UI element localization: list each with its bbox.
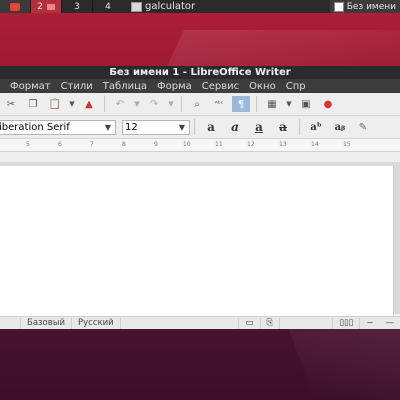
standard-toolbar: ✂ ❐ 📋 ▼ ▲ ↶ ▼ ↷ ▼ ⌕ ᴬᵇᶜ ¶ ▦ ▼ ▣ ● (0, 93, 400, 116)
separator (256, 96, 257, 112)
chevron-down-icon[interactable]: ▼ (68, 96, 76, 112)
status-spacer (280, 317, 334, 329)
selection-mode-icon[interactable]: ⎘ (261, 317, 281, 329)
ruler-tick: 10 (183, 141, 191, 148)
find-replace-icon[interactable]: ⌕ (188, 96, 206, 112)
status-page-cell (0, 317, 21, 329)
formatting-marks-icon[interactable]: ¶ (232, 96, 250, 112)
wallpaper-shape (285, 320, 400, 400)
cut-icon[interactable]: ✂ (2, 96, 20, 112)
ruler-tick: 6 (58, 141, 62, 148)
paste-icon[interactable]: 📋 (46, 96, 64, 112)
font-name-value: iberation Serif (0, 121, 70, 133)
ruler-tick: 5 (26, 141, 30, 148)
separator (194, 119, 195, 135)
menu-help[interactable]: Спр (286, 81, 306, 92)
ruler-tick: 9 (154, 141, 158, 148)
top-taskbar: 2 3 4 galculator Без имени (0, 0, 400, 13)
menu-tools[interactable]: Сервис (202, 81, 239, 92)
zoom-out-icon[interactable]: − (360, 318, 379, 329)
calculator-icon (131, 1, 142, 12)
copy-icon[interactable]: ❐ (24, 96, 42, 112)
menu-styles[interactable]: Стили (61, 81, 93, 92)
menu-logo-icon[interactable] (0, 0, 30, 13)
menu-window[interactable]: Окно (249, 81, 276, 92)
font-name-box[interactable]: iberation Serif ▼ (0, 119, 116, 135)
bold-icon[interactable]: a (201, 119, 221, 135)
zoom-slider[interactable]: — (380, 318, 400, 329)
chevron-down-icon[interactable]: ▼ (133, 96, 141, 112)
document-page[interactable] (0, 166, 394, 318)
chevron-down-icon[interactable]: ▼ (101, 123, 115, 132)
subscript-icon[interactable]: aᵦ (330, 119, 350, 135)
chevron-down-icon[interactable]: ▼ (175, 123, 189, 132)
ruler-tick: 13 (279, 141, 287, 148)
underline-icon[interactable]: a (249, 119, 269, 135)
formatting-toolbar: iberation Serif ▼ 12 ▼ a a a a aᵇ aᵦ ✎ (0, 116, 400, 139)
undo-icon[interactable]: ↶ (111, 96, 129, 112)
separator (299, 119, 300, 135)
window-title: Без имени 1 - LibreOffice Writer (0, 66, 400, 79)
ruler-tick: 7 (90, 141, 94, 148)
task-label: Без имени (346, 1, 396, 12)
menu-format[interactable]: Формат (10, 81, 51, 92)
menu-form[interactable]: Форма (157, 81, 192, 92)
task-writer[interactable]: Без имени (329, 0, 400, 13)
clone-formatting-icon[interactable]: ▲ (80, 96, 98, 112)
separator (181, 96, 182, 112)
insert-mode-icon[interactable]: ▭ (238, 317, 261, 329)
task-label: galculator (145, 1, 196, 12)
view-layout-icon[interactable]: ▯▯▯ (333, 317, 361, 329)
menu-bar: Формат Стили Таблица Форма Сервис Окно С… (0, 79, 400, 93)
ruler-tick: 8 (122, 141, 126, 148)
workspace-2[interactable]: 2 (30, 0, 61, 13)
spellcheck-icon[interactable]: ᴬᵇᶜ (210, 96, 228, 112)
document-area (0, 162, 400, 318)
superscript-icon[interactable]: aᵇ (306, 119, 326, 135)
redo-icon[interactable]: ↷ (145, 96, 163, 112)
ruler-tick: 12 (247, 141, 255, 148)
highlight-icon[interactable]: ✎ (354, 119, 372, 135)
font-size-box[interactable]: 12 ▼ (122, 119, 190, 135)
separator (104, 96, 105, 112)
status-page-style[interactable]: Базовый (21, 317, 73, 329)
italic-icon[interactable]: a (225, 119, 245, 135)
workspace-4[interactable]: 4 (92, 0, 123, 13)
chevron-down-icon[interactable]: ▼ (167, 96, 175, 112)
workspace-3[interactable]: 3 (61, 0, 92, 13)
document-icon (333, 1, 344, 12)
writer-window: Без имени 1 - LibreOffice Writer Формат … (0, 66, 400, 329)
insert-chart-icon[interactable]: ● (319, 96, 337, 112)
task-galculator[interactable]: galculator (131, 1, 195, 12)
ruler-tick: 15 (343, 141, 351, 148)
chevron-down-icon[interactable]: ▼ (285, 96, 293, 112)
font-size-value: 12 (125, 121, 138, 133)
insert-table-icon[interactable]: ▦ (263, 96, 281, 112)
ruler-tick: 14 (311, 141, 319, 148)
ruler: 5 6 7 8 9 10 11 12 13 14 15 (0, 139, 400, 152)
insert-image-icon[interactable]: ▣ (297, 96, 315, 112)
menu-table[interactable]: Таблица (103, 81, 147, 92)
ruler-tick: 11 (215, 141, 223, 148)
status-bar: Базовый Русский ▭ ⎘ ▯▯▯ − — (0, 316, 400, 329)
status-language[interactable]: Русский (72, 317, 121, 329)
strikethrough-icon[interactable]: a (273, 119, 293, 135)
